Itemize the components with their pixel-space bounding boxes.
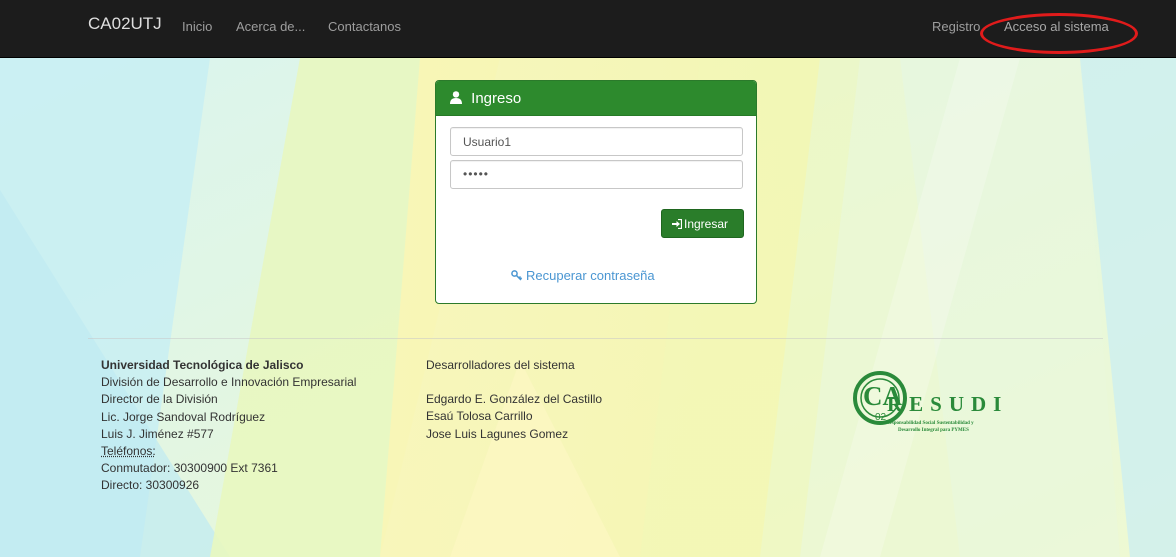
recover-password-label: Recuperar contraseña	[526, 268, 655, 283]
nav-link-registro[interactable]: Registro	[932, 19, 980, 34]
login-panel-heading: Ingreso	[436, 81, 756, 116]
developers-info: Desarrolladores del sistema Edgardo E. G…	[426, 357, 602, 443]
developers-heading: Desarrolladores del sistema	[426, 358, 575, 372]
sign-in-icon	[672, 218, 683, 230]
ingresar-button[interactable]: Ingresar	[661, 209, 744, 238]
university-line: División de Desarrollo e Innovación Empr…	[101, 375, 357, 390]
logo-tagline-2: Desarrollo Integral para PYMES	[898, 428, 969, 433]
brand-link[interactable]: CA02UTJ	[88, 14, 162, 34]
login-panel: Ingreso Usuario1 ••••• Ingresar Recupera…	[435, 80, 757, 304]
recover-password-link[interactable]: Recuperar contraseña	[511, 268, 655, 283]
annotation-ellipse	[980, 13, 1138, 54]
footer-divider	[88, 338, 1103, 339]
university-line: Luis J. Jiménez #577	[101, 426, 214, 441]
university-line: Directo: 30300926	[101, 478, 200, 493]
key-icon	[511, 269, 523, 281]
telefonos-label: Teléfonos:	[101, 444, 156, 459]
university-line: Lic. Jorge Sandoval Rodríguez	[101, 409, 266, 424]
developer-name: Jose Luis Lagunes Gomez	[426, 426, 569, 441]
nav-link-acerca[interactable]: Acerca de...	[236, 19, 305, 34]
logo-tagline-1: Responsabilidad Social Sustentabilidad y	[886, 421, 974, 426]
nav-link-inicio[interactable]: Inicio	[182, 19, 212, 34]
university-line: Director de la División	[101, 392, 218, 407]
user-icon	[450, 91, 462, 104]
university-name: Universidad Tecnológica de Jalisco	[101, 358, 304, 372]
university-line: Conmutador: 30300900 Ext 7361	[101, 461, 278, 476]
top-navbar: CA02UTJ Inicio Acerca de... Contactanos …	[0, 0, 1176, 58]
login-title: Ingreso	[471, 90, 522, 107]
nav-link-contactanos[interactable]: Contactanos	[328, 19, 401, 34]
developer-name: Esaú Tolosa Carrillo	[426, 409, 533, 424]
university-info: Universidad Tecnológica de Jalisco Divis…	[101, 357, 356, 495]
logo-resudi-text: RESUDI	[887, 392, 1009, 416]
username-input[interactable]: Usuario1	[450, 127, 743, 156]
password-input[interactable]: •••••	[450, 160, 743, 189]
ingresar-label: Ingresar	[684, 217, 729, 231]
logo-sub-text: 02	[875, 412, 887, 423]
ca02-resudi-logo: CA 02 RESUDI Responsabilidad Social Sust…	[853, 362, 1023, 458]
developer-name: Edgardo E. González del Castillo	[426, 392, 603, 407]
